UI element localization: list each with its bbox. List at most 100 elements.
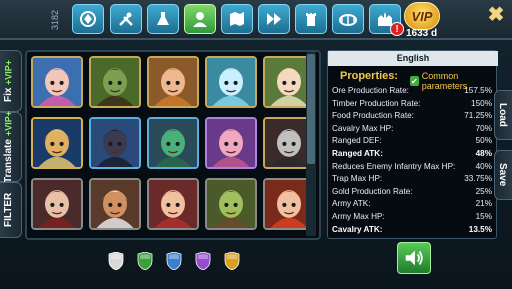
pink-fairy-hero-portrait <box>33 58 81 106</box>
property-label: Timber Production Rate: <box>332 98 421 108</box>
toolbar-button-fast-forward[interactable] <box>258 4 290 34</box>
translate-tab-label: Translate <box>3 138 14 183</box>
property-row: Reduces Enemy Infantry Max HP: 40% <box>332 161 494 174</box>
close-icon[interactable]: ✖ <box>486 5 506 26</box>
vip-days-remaining: 1633 d <box>406 28 438 39</box>
hero-card-hooded-assassin-hero[interactable] <box>31 178 83 230</box>
toolbar-button-flask[interactable] <box>147 4 179 34</box>
blue-shield-icon[interactable] <box>166 251 182 271</box>
hero-card-golden-knight-hero[interactable] <box>31 117 83 169</box>
property-value: 33.75% <box>464 174 492 184</box>
emblem-icon <box>80 11 96 27</box>
toolbar-button-arena[interactable] <box>332 4 364 34</box>
property-row: Ranged ATK: 48% <box>332 148 494 161</box>
property-label: Food Production Rate: <box>332 111 414 121</box>
property-value: 21% <box>475 199 492 209</box>
property-row: Trap Max HP: 33.75% <box>332 173 494 186</box>
property-row: Gold Production Rate: 25% <box>332 186 494 199</box>
language-selector[interactable]: English <box>328 51 498 66</box>
map-icon <box>230 12 244 26</box>
filter-tab-label: FILTER <box>3 192 14 228</box>
goggles-engineer-hero-portrait <box>149 58 197 106</box>
dragon-hero-portrait <box>149 119 197 167</box>
resource-counter: 3182 <box>50 9 60 31</box>
save-tab[interactable]: Save <box>494 150 512 200</box>
hero-card-red-mage-hero[interactable] <box>147 178 199 230</box>
filter-tab[interactable]: FILTER <box>0 182 22 238</box>
alert-icon[interactable]: ! <box>390 22 404 36</box>
properties-title: Properties: <box>340 70 399 82</box>
property-label: Army ATK: <box>332 199 371 209</box>
load-tab[interactable]: Load <box>494 90 512 140</box>
property-row: Ore Production Rate: 157.5% <box>332 85 494 98</box>
hero-card-pink-fairy-hero[interactable] <box>31 56 83 108</box>
translate-tab[interactable]: Translate +VIP+ <box>0 111 22 183</box>
dark-wraith-hero-portrait <box>91 119 139 167</box>
property-value: 50% <box>475 136 492 146</box>
purple-shield-icon[interactable] <box>195 251 211 271</box>
property-label: Cavalry ATK: <box>332 224 383 234</box>
hero-card-bull-warrior-hero[interactable] <box>89 178 141 230</box>
goblin-hero-portrait <box>207 180 255 228</box>
hero-card-orc-warrior-hero[interactable] <box>89 56 141 108</box>
hero-grid <box>25 50 321 240</box>
property-row: Timber Production Rate: 150% <box>332 98 494 111</box>
scrollbar-thumb[interactable] <box>307 54 315 164</box>
property-list: Ore Production Rate: 157.5% Timber Product… <box>332 85 494 236</box>
hero-card-goggles-engineer-hero[interactable] <box>147 56 199 108</box>
tools-icon <box>119 12 133 26</box>
hero-card-goblin-hero[interactable] <box>205 178 257 230</box>
translate-vip-badge: +VIP+ <box>3 111 14 137</box>
property-value: 71.25% <box>464 111 492 121</box>
hero-grid-scrollbar[interactable] <box>306 52 316 236</box>
toolbar-button-hero[interactable] <box>184 4 216 34</box>
hero-card-ice-spirit-hero[interactable] <box>205 56 257 108</box>
arena-icon <box>339 14 357 26</box>
fix-vip-badge: +VIP+ <box>3 59 14 85</box>
property-value: 13.5% <box>468 224 492 234</box>
orc-warrior-hero-portrait <box>91 58 139 106</box>
castle-tower-icon <box>306 13 316 26</box>
property-value: 25% <box>475 186 492 196</box>
property-row: Food Production Rate: 71.25% <box>332 110 494 123</box>
property-label: Reduces Enemy Infantry Max HP: <box>332 161 456 171</box>
speaker-icon[interactable] <box>397 242 431 274</box>
property-value: 157.5% <box>464 86 492 95</box>
ice-spirit-hero-portrait <box>207 58 255 106</box>
hooded-assassin-hero-portrait <box>33 180 81 228</box>
red-mage-hero-portrait <box>149 180 197 228</box>
toolbar-button-castle-tower[interactable] <box>295 4 327 34</box>
gold-shield-icon[interactable] <box>224 251 240 271</box>
property-label: Gold Production Rate: <box>332 186 413 196</box>
save-tab-label: Save <box>497 163 508 187</box>
fix-tab-label: Fix <box>3 87 14 103</box>
fix-tab[interactable]: Fix +VIP+ <box>0 50 22 112</box>
property-value: 48% <box>475 148 492 158</box>
property-value: 40% <box>475 161 492 171</box>
property-row: Army ATK: 21% <box>332 198 494 211</box>
green-shield-icon[interactable] <box>137 251 153 271</box>
hero-icon <box>193 12 207 27</box>
property-label: Trap Max HP: <box>332 174 383 184</box>
property-value: 70% <box>475 123 492 133</box>
property-label: Cavalry Max HP: <box>332 123 394 133</box>
hero-card-dragon-hero[interactable] <box>147 117 199 169</box>
hero-card-pink-beast-hero[interactable] <box>205 117 257 169</box>
property-label: Army Max HP: <box>332 211 385 221</box>
vip-badge[interactable]: VIP <box>404 2 440 30</box>
toolbar-button-tools[interactable] <box>110 4 142 34</box>
flask-icon <box>157 12 169 25</box>
property-row: Army Max HP: 15% <box>332 211 494 224</box>
load-tab-label: Load <box>497 103 508 127</box>
properties-panel: English Properties: ✔ Common parameters … <box>327 50 498 239</box>
bull-warrior-hero-portrait <box>91 180 139 228</box>
toolbar-button-emblem[interactable] <box>72 4 104 34</box>
toolbar-button-map[interactable] <box>221 4 253 34</box>
property-row: Ranged DEF: 50% <box>332 135 494 148</box>
golden-knight-hero-portrait <box>33 119 81 167</box>
property-label: Ore Production Rate: <box>332 86 409 95</box>
hero-card-dark-wraith-hero[interactable] <box>89 117 141 169</box>
fast-forward-icon <box>267 13 281 25</box>
property-row: Cavalry ATK: 13.5% <box>332 224 494 237</box>
white-shield-icon[interactable] <box>108 251 124 271</box>
